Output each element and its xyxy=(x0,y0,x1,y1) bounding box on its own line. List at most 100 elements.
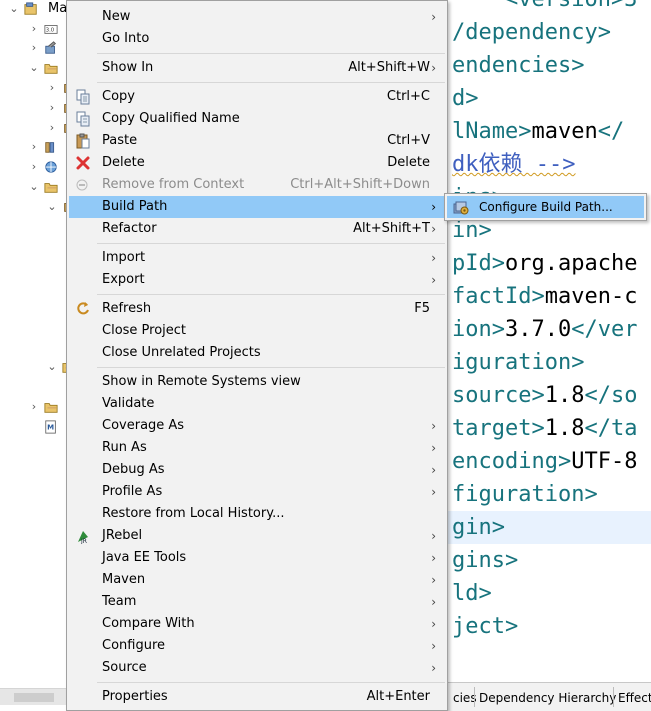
editor-tab[interactable]: Dependency Hierarchy xyxy=(476,687,619,709)
menu-item-go-into[interactable]: Go Into xyxy=(69,28,445,50)
chevron-down-icon[interactable]: ⌄ xyxy=(46,200,58,214)
menu-item-team[interactable]: Team › xyxy=(69,591,445,613)
menu-item-delete[interactable]: Delete Delete xyxy=(69,152,445,174)
menu-item-validate[interactable]: Validate xyxy=(69,393,445,415)
menu-item-close-project[interactable]: Close Project xyxy=(69,320,445,342)
tree-item[interactable]: › xyxy=(0,39,68,57)
menu-item-label: Configure xyxy=(102,638,166,653)
tree-item[interactable]: ⌄ xyxy=(0,0,68,18)
submenu-arrow-icon: › xyxy=(431,617,436,631)
code-line: endencies> xyxy=(452,49,584,82)
tree-item[interactable]: ⌄ xyxy=(0,358,76,376)
xml-comment-text: dk依赖 --> xyxy=(452,152,576,177)
menu-item-debug-as[interactable]: Debug As › xyxy=(69,459,445,481)
menu-item-jrebel[interactable]: JR JRebel › xyxy=(69,525,445,547)
menu-item-build-path[interactable]: Build Path › xyxy=(69,196,445,218)
library-icon xyxy=(45,142,55,153)
code-line: /dependency> xyxy=(452,16,611,49)
code-line: pId>org.apache xyxy=(452,247,637,280)
pom-xml-editor[interactable]: <version>3/dependency> endencies> d> lName>… xyxy=(448,0,651,711)
menu-item-paste[interactable]: Paste Ctrl+V xyxy=(69,130,445,152)
chevron-right-icon[interactable]: › xyxy=(28,140,40,154)
xml-tag-text: gins> xyxy=(452,548,519,573)
menu-item-refactor[interactable]: Refactor Alt+Shift+T › xyxy=(69,218,445,240)
menu-item-label: Show In xyxy=(102,60,154,75)
tree-item[interactable]: › xyxy=(0,398,68,416)
menu-item-restore-from-local-history[interactable]: Restore from Local History... xyxy=(69,503,445,525)
menu-item-label: Delete xyxy=(102,155,145,170)
chevron-right-icon[interactable]: › xyxy=(28,400,40,414)
menu-item-show-in[interactable]: Show In Alt+Shift+W › xyxy=(69,57,445,79)
menu-item-label: Maven xyxy=(102,572,146,587)
remove-from-context-icon xyxy=(76,179,88,191)
tree-item[interactable]: › xyxy=(0,158,68,176)
submenu-arrow-icon: › xyxy=(431,251,436,265)
submenu-arrow-icon: › xyxy=(431,551,436,565)
tree-item[interactable]: ⌄ xyxy=(0,198,74,216)
xml-tag-text: </ta xyxy=(584,416,638,441)
menu-item-label: Refactor xyxy=(102,221,157,236)
menu-item-shortcut: Alt+Shift+T xyxy=(353,221,430,236)
menu-item-label: Run As xyxy=(102,440,147,455)
menu-item-show-in-remote-systems-view[interactable]: Show in Remote Systems view xyxy=(69,371,445,393)
configure-build-path-menu-item[interactable]: Configure Build Path... xyxy=(447,196,644,218)
submenu-arrow-icon: › xyxy=(431,639,436,653)
svg-text:JR: JR xyxy=(80,538,87,544)
menu-item-configure[interactable]: Configure › xyxy=(69,635,445,657)
tree-item[interactable]: › 3.0 xyxy=(0,20,68,38)
menu-item-coverage-as[interactable]: Coverage As › xyxy=(69,415,445,437)
tree-item[interactable]: › xyxy=(0,138,68,156)
chevron-down-icon[interactable]: ⌄ xyxy=(28,180,40,194)
menu-item-source[interactable]: Source › xyxy=(69,657,445,679)
xml-tag-text: figuration> xyxy=(452,482,598,507)
chevron-right-icon[interactable]: › xyxy=(46,81,58,95)
menu-separator xyxy=(97,82,445,83)
menu-item-label: Properties xyxy=(102,689,168,704)
menu-item-properties[interactable]: Properties Alt+Enter xyxy=(69,686,445,708)
tree-item[interactable]: ⌄ xyxy=(0,178,68,196)
tree-item[interactable]: ⌄ xyxy=(0,59,68,77)
menu-item-label: Profile As xyxy=(102,484,163,499)
xml-value-text: 1.8 xyxy=(544,416,585,441)
submenu-arrow-icon: › xyxy=(431,529,436,543)
jrebel-icon: JR xyxy=(78,531,88,544)
chevron-right-icon[interactable]: › xyxy=(46,121,58,135)
menu-item-export[interactable]: Export › xyxy=(69,269,445,291)
tree-item[interactable]: › xyxy=(0,99,74,117)
configure-build-path-label: Configure Build Path... xyxy=(479,200,613,214)
build-path-submenu: Configure Build Path... xyxy=(444,193,647,221)
code-line: <version>3 xyxy=(452,0,637,16)
menu-item-new[interactable]: New › xyxy=(69,6,445,28)
tree-item[interactable]: › xyxy=(0,119,74,137)
submenu-arrow-icon: › xyxy=(431,200,436,214)
menu-item-compare-with[interactable]: Compare With › xyxy=(69,613,445,635)
scrollbar-thumb[interactable] xyxy=(14,693,54,702)
menu-item-profile-as[interactable]: Profile As › xyxy=(69,481,445,503)
menu-item-run-as[interactable]: Run As › xyxy=(69,437,445,459)
chevron-down-icon[interactable]: ⌄ xyxy=(28,61,40,75)
chevron-down-icon[interactable]: ⌄ xyxy=(8,2,20,16)
menu-item-java-ee-tools[interactable]: Java EE Tools › xyxy=(69,547,445,569)
tree-item[interactable]: › xyxy=(0,79,74,97)
editor-tab[interactable]: Effecti xyxy=(615,687,651,709)
menu-item-maven[interactable]: Maven › xyxy=(69,569,445,591)
xml-tag-text: gin> xyxy=(452,515,505,540)
chevron-right-icon[interactable]: › xyxy=(28,160,40,174)
package-explorer: Ma ⌄ › 3.0 › ⌄ › › › › › ⌄ ⌄ ⌄ › M xyxy=(0,0,76,711)
code-line: ject> xyxy=(452,610,518,643)
menu-item-refresh[interactable]: Refresh F5 xyxy=(69,298,445,320)
chevron-right-icon[interactable]: › xyxy=(46,101,58,115)
explorer-horizontal-scrollbar[interactable] xyxy=(0,688,68,705)
menu-item-close-unrelated-projects[interactable]: Close Unrelated Projects xyxy=(69,342,445,364)
chevron-right-icon[interactable]: › xyxy=(28,41,40,55)
xml-value-text: maven-c xyxy=(544,284,638,309)
xml-tag-text: endencies> xyxy=(452,53,585,78)
chevron-right-icon[interactable]: › xyxy=(28,22,40,36)
menu-item-copy-qualified-name[interactable]: Copy Qualified Name xyxy=(69,108,445,130)
tree-item[interactable]: M xyxy=(0,418,68,436)
xml-tag-text: encoding> xyxy=(452,449,572,474)
menu-item-copy[interactable]: Copy Ctrl+C xyxy=(69,86,445,108)
submenu-arrow-icon: › xyxy=(431,441,436,455)
chevron-down-icon[interactable]: ⌄ xyxy=(46,360,58,374)
menu-item-import[interactable]: Import › xyxy=(69,247,445,269)
